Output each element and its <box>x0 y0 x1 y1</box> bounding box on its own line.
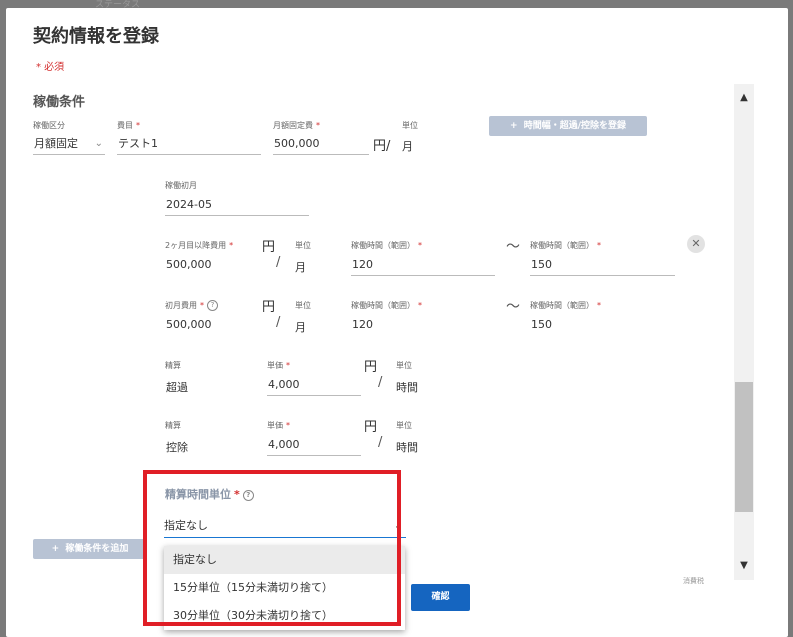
help-icon[interactable]: ? <box>207 300 218 311</box>
first-range-label-2: 稼働時間（範囲） * <box>530 301 601 310</box>
deduction-unit-label: 単位 <box>396 421 412 430</box>
kubun-value: 月額固定 <box>34 137 78 150</box>
second-month-unit-label: 単位 <box>295 241 311 250</box>
register-timerange-button[interactable]: + 時間幅・超過/控除を登録 <box>489 116 647 136</box>
register-timerange-label: 時間幅・超過/控除を登録 <box>523 121 627 131</box>
second-month-slash: / <box>276 255 281 270</box>
confirm-button[interactable]: 確認 <box>411 584 470 611</box>
deduction-seisan-value: 控除 <box>166 441 188 454</box>
chevron-down-icon: ⌄ <box>94 138 103 149</box>
first-month-label: 初月費用 *? <box>165 300 218 311</box>
triangle-down-icon[interactable]: ▼ <box>734 560 754 574</box>
deduction-seisan-label: 精算 <box>165 421 181 430</box>
second-month-fee-input[interactable]: 500,000 <box>165 254 257 276</box>
fixed-fee-input[interactable]: 500,000 <box>273 133 369 155</box>
plus-icon: + <box>51 544 60 554</box>
overtime-slash: / <box>378 375 383 390</box>
add-condition-label: 稼働条件を追加 <box>65 544 129 554</box>
kubun-label: 稼働区分 <box>33 121 65 130</box>
second-month-yen: 円 <box>262 240 276 255</box>
first-range-tilde: 〜 <box>506 299 520 315</box>
kubun-select[interactable]: 月額固定 ⌄ <box>33 133 105 155</box>
plus-icon: + <box>509 121 518 131</box>
second-range-tilde: 〜 <box>506 239 520 255</box>
highlight-box <box>143 470 401 626</box>
scrollbar-thumb[interactable] <box>735 382 753 512</box>
overtime-seisan-value: 超過 <box>166 381 188 394</box>
second-month-label: 2ヶ月目以降費用 * <box>165 241 234 250</box>
first-month-yen: 円 <box>262 300 276 315</box>
second-range-input-2[interactable]: 150 <box>530 254 675 276</box>
tax-text: 消費税 <box>683 577 704 585</box>
first-range-input-2[interactable]: 150 <box>530 314 675 336</box>
yen-slash: 円/ <box>373 139 391 154</box>
overtime-seisan-label: 精算 <box>165 361 181 370</box>
overtime-price-input[interactable]: 4,000 <box>267 374 361 396</box>
first-range-input-1[interactable]: 120 <box>351 314 495 336</box>
triangle-up-icon[interactable]: ▲ <box>734 92 754 106</box>
section-title: 稼働条件 <box>33 95 86 110</box>
overtime-yen: 円 <box>364 360 378 375</box>
first-month-fee-input[interactable]: 500,000 <box>165 314 257 336</box>
deduction-slash: / <box>378 435 383 450</box>
himoku-label: 費目 * <box>117 121 140 130</box>
add-condition-button[interactable]: + 稼働条件を追加 <box>33 539 147 559</box>
start-month-input[interactable]: 2024-05 <box>165 194 309 216</box>
row1-unit-value: 月 <box>402 140 413 153</box>
start-month-label: 稼働初月 <box>165 181 197 190</box>
second-range-label-1: 稼働時間（範囲） * <box>351 241 422 250</box>
row1-unit-label: 単位 <box>402 121 418 130</box>
first-month-unit-label: 単位 <box>295 301 311 310</box>
second-range-label-2: 稼働時間（範囲） * <box>530 241 601 250</box>
first-month-unit-value: 月 <box>295 321 306 334</box>
second-month-unit-value: 月 <box>295 261 306 274</box>
overtime-unit-label: 単位 <box>396 361 412 370</box>
first-month-slash: / <box>276 315 281 330</box>
first-range-label-1: 稼働時間（範囲） * <box>351 301 422 310</box>
fixed-fee-label: 月額固定費 * <box>273 121 320 130</box>
required-note: * 必須 <box>36 62 65 73</box>
overtime-price-label: 単価 * <box>267 361 290 370</box>
overtime-unit-value: 時間 <box>396 381 418 394</box>
dialog-title: 契約情報を登録 <box>33 26 159 47</box>
deduction-price-input[interactable]: 4,000 <box>267 434 361 456</box>
himoku-input[interactable]: テスト1 <box>117 133 261 155</box>
scrollbar[interactable]: ▲ ▼ <box>734 84 754 580</box>
close-icon[interactable]: ✕ <box>687 235 705 253</box>
deduction-unit-value: 時間 <box>396 441 418 454</box>
deduction-yen: 円 <box>364 420 378 435</box>
second-range-input-1[interactable]: 120 <box>351 254 495 276</box>
deduction-price-label: 単価 * <box>267 421 290 430</box>
